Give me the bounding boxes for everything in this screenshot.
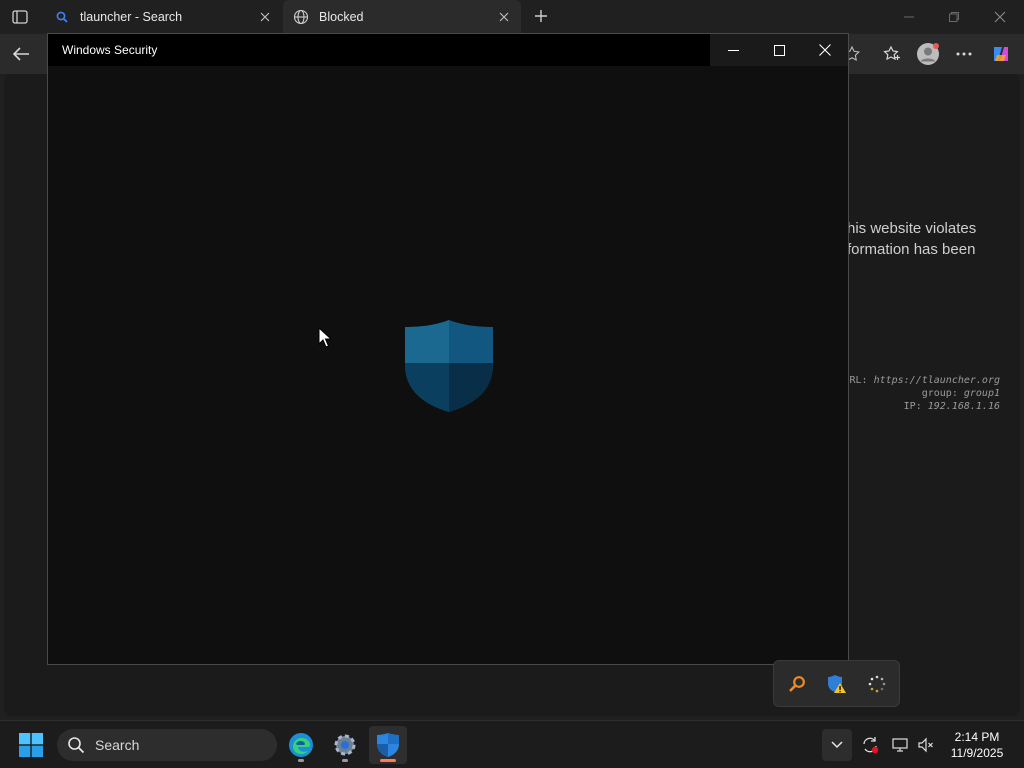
more-options-icon[interactable] bbox=[952, 42, 976, 66]
minimize-icon[interactable] bbox=[897, 6, 921, 28]
tab-actions-icon[interactable] bbox=[8, 6, 32, 28]
search-icon bbox=[68, 737, 85, 754]
close-tab-icon[interactable] bbox=[497, 10, 511, 24]
edge-icon bbox=[289, 733, 313, 757]
globe-icon bbox=[293, 9, 309, 25]
group-label: group: bbox=[921, 388, 958, 399]
search-icon bbox=[54, 9, 70, 25]
window-title: Windows Security bbox=[62, 43, 158, 57]
running-indicator bbox=[298, 759, 304, 762]
restore-icon[interactable] bbox=[942, 6, 966, 28]
copilot-icon[interactable] bbox=[989, 42, 1013, 66]
mouse-cursor-icon bbox=[318, 327, 332, 348]
clock-date: 11/9/2025 bbox=[950, 746, 1004, 760]
security-warning-icon[interactable] bbox=[826, 673, 848, 695]
settings-app[interactable] bbox=[326, 726, 364, 764]
windows-security-window: Windows Security bbox=[47, 33, 849, 665]
sync-error-icon[interactable] bbox=[860, 735, 880, 755]
magnifier-app-icon[interactable] bbox=[786, 673, 808, 695]
tab-label: Blocked bbox=[319, 10, 364, 24]
start-windows-icon[interactable] bbox=[19, 733, 43, 757]
new-tab-icon[interactable] bbox=[530, 5, 552, 27]
clock-time: 2:14 PM bbox=[954, 730, 1000, 744]
close-tab-icon[interactable] bbox=[258, 10, 272, 24]
ip-label: IP: bbox=[903, 401, 922, 412]
url-info: RL: https://tlauncher.org bbox=[849, 375, 1000, 386]
minimize-icon[interactable] bbox=[710, 34, 756, 66]
volume-muted-icon[interactable] bbox=[916, 735, 936, 755]
profile-avatar-icon[interactable] bbox=[916, 42, 940, 66]
favorites-icon[interactable] bbox=[880, 42, 904, 66]
tab-label: tlauncher - Search bbox=[80, 10, 183, 24]
tray-overflow-flyout bbox=[773, 660, 900, 707]
taskbar-search-box[interactable]: Search bbox=[57, 729, 277, 761]
running-indicator bbox=[342, 759, 348, 762]
windows-security-app[interactable] bbox=[369, 726, 407, 764]
url-label: RL: bbox=[849, 375, 868, 386]
security-shield-icon bbox=[377, 733, 399, 757]
show-hidden-icons-button[interactable] bbox=[822, 729, 852, 761]
back-arrow-icon[interactable] bbox=[8, 41, 34, 67]
search-label: Search bbox=[95, 737, 140, 753]
group-value: group1 bbox=[963, 388, 1000, 399]
chevron-down-icon bbox=[831, 741, 843, 749]
warning-text-line-2: formation has been bbox=[847, 241, 976, 258]
maximize-icon[interactable] bbox=[756, 34, 802, 66]
title-bar[interactable]: Windows Security bbox=[48, 34, 848, 66]
close-window-icon[interactable] bbox=[988, 6, 1012, 28]
ip-info: IP: 192.168.1.16 bbox=[904, 401, 1000, 412]
close-icon[interactable] bbox=[802, 34, 848, 66]
taskbar-clock[interactable]: 2:14 PM 11/9/2025 bbox=[940, 729, 1014, 761]
loading-spinner-icon[interactable] bbox=[866, 673, 888, 695]
group-info: group: group1 bbox=[922, 388, 1000, 399]
edge-browser-app[interactable] bbox=[282, 726, 320, 764]
windows-security-shield-icon bbox=[405, 320, 493, 412]
settings-gear-icon bbox=[334, 734, 356, 756]
warning-text-line-1: his website violates bbox=[847, 220, 977, 237]
browser-tab-bar: tlauncher - Search Blocked bbox=[0, 0, 1024, 34]
active-indicator bbox=[380, 759, 396, 762]
network-display-icon[interactable] bbox=[890, 735, 910, 755]
url-value: https://tlauncher.org bbox=[873, 375, 1000, 386]
ip-value: 192.168.1.16 bbox=[927, 401, 1000, 412]
taskbar: Search 2:14 PM 11/9/2025 bbox=[0, 720, 1024, 768]
tab-tlauncher-search[interactable]: tlauncher - Search bbox=[44, 0, 282, 34]
tab-blocked[interactable]: Blocked bbox=[283, 0, 521, 34]
